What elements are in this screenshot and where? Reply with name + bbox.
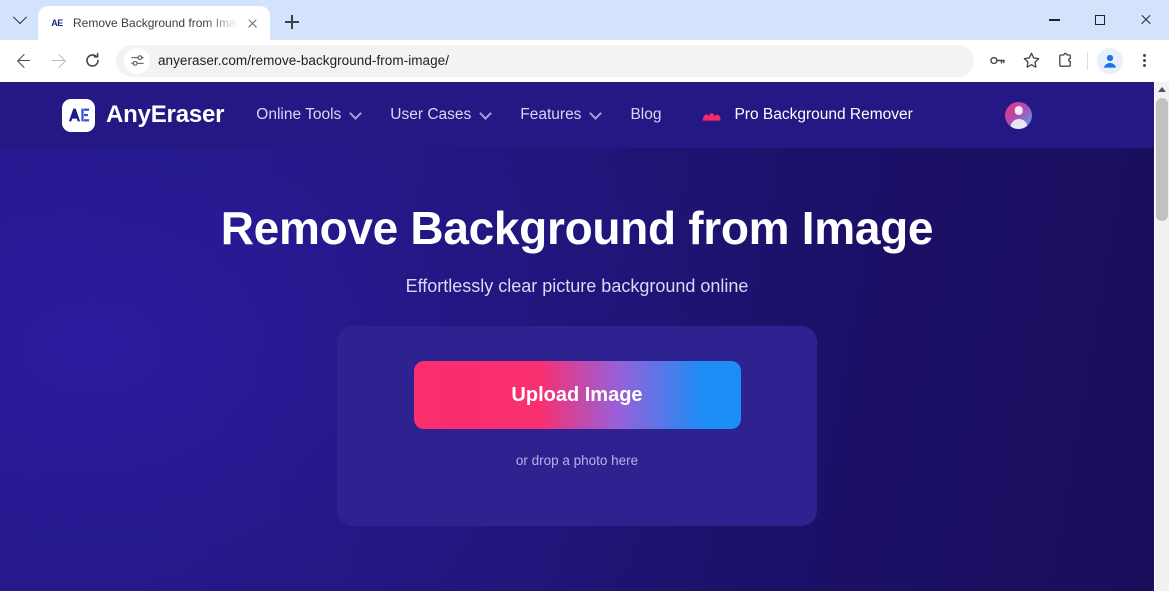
nav-label: Features [520,106,582,123]
browser-toolbar: anyeraser.com/remove-background-from-ima… [0,40,1169,82]
close-window-button[interactable] [1123,0,1169,40]
extensions-puzzle-icon[interactable] [1049,45,1081,77]
triangle-up-icon [1158,87,1166,92]
browser-window: AE Remove Background from Imag anyeraser… [0,0,1169,591]
tab-search-button[interactable] [6,6,34,34]
browser-tab[interactable]: AE Remove Background from Imag [38,6,270,40]
minimize-button[interactable] [1031,0,1077,40]
close-tab-icon[interactable] [242,13,262,33]
reload-button[interactable] [76,45,108,77]
profile-avatar-icon[interactable] [1094,45,1126,77]
eraser-icon [701,110,722,121]
site-logo-text: AnyEraser [106,101,225,128]
upload-dropzone[interactable]: Upload Image or drop a photo here [337,325,817,526]
hero-section: Remove Background from Image Effortlessl… [0,148,1154,526]
address-bar[interactable]: anyeraser.com/remove-background-from-ima… [116,44,974,77]
page-title: Remove Background from Image [220,202,934,254]
maximize-button[interactable] [1077,0,1123,40]
page-subtitle: Effortlessly clear picture background on… [405,275,749,296]
nav-label: Pro Background Remover [734,106,913,123]
nav-item-blog[interactable]: Blog [630,106,661,124]
nav-item-pro-background-remover[interactable]: Pro Background Remover [701,106,913,124]
forward-button[interactable] [42,45,74,77]
chevron-down-icon [479,106,493,120]
bookmark-star-icon[interactable] [1015,45,1047,77]
tab-title: Remove Background from Imag [73,16,242,30]
drop-hint-text: or drop a photo here [515,453,639,469]
maximize-icon [1095,15,1105,25]
chevron-down-icon [12,10,28,25]
plus-icon [285,15,299,29]
toolbar-icons [980,45,1161,77]
anyeraser-logo-icon [62,98,95,132]
nav-item-user-cases[interactable]: User Cases [390,106,493,124]
vertical-scrollbar[interactable] [1154,82,1169,591]
minimize-icon [1048,19,1060,21]
nav-label: Online Tools [256,106,342,123]
reload-icon [84,52,101,69]
back-button[interactable] [8,45,40,77]
close-icon [1140,14,1152,26]
window-controls [1031,0,1169,40]
password-key-icon[interactable] [981,45,1013,77]
arrow-right-icon [50,53,66,69]
avatar-body-icon [1010,119,1027,129]
nav-item-online-tools[interactable]: Online Tools [256,106,363,124]
anyeraser-favicon: AE [49,15,65,31]
tab-strip: AE Remove Background from Imag [0,0,1169,40]
nav-item-features[interactable]: Features [520,106,603,124]
new-tab-button[interactable] [278,8,306,36]
site-header: AnyEraser Online Tools User Cases Featur… [0,82,1154,148]
nav-label: User Cases [390,106,472,123]
account-avatar[interactable] [1005,101,1032,129]
scroll-up-button[interactable] [1155,82,1169,97]
upload-image-button[interactable]: Upload Image [413,361,741,430]
web-page: AnyEraser Online Tools User Cases Featur… [0,82,1154,591]
kebab-menu-icon[interactable] [1128,45,1160,77]
main-navigation: Online Tools User Cases Features Blog Pr… [256,106,913,124]
url-text: anyeraser.com/remove-background-from-ima… [158,53,450,68]
nav-label: Blog [630,106,662,123]
arrow-left-icon [16,53,32,69]
chevron-down-icon [589,106,603,120]
toolbar-divider [1087,51,1088,70]
scrollbar-thumb[interactable] [1156,98,1168,221]
page-viewport: AnyEraser Online Tools User Cases Featur… [0,82,1169,591]
chevron-down-icon [349,106,363,120]
site-logo[interactable]: AnyEraser [62,98,225,132]
avatar-head-icon [1014,106,1023,115]
site-settings-icon[interactable] [124,47,150,74]
